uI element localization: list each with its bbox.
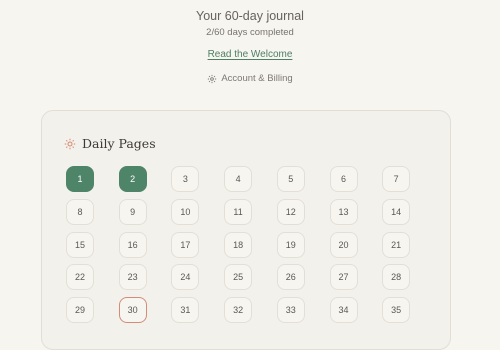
day-button-13[interactable]: 13: [329, 198, 358, 225]
day-button-31[interactable]: 31: [171, 297, 200, 324]
day-button-32[interactable]: 32: [224, 297, 253, 324]
daily-pages-heading: Daily Pages: [64, 136, 156, 151]
day-button-6[interactable]: 6: [329, 166, 358, 192]
day-button-15[interactable]: 15: [66, 231, 94, 258]
day-button-4[interactable]: 4: [224, 166, 253, 192]
account-billing-label: Account & Billing: [221, 73, 293, 84]
day-button-8[interactable]: 8: [66, 198, 94, 225]
day-button-29[interactable]: 29: [66, 297, 94, 324]
day-button-35[interactable]: 35: [382, 297, 411, 324]
day-button-20[interactable]: 20: [329, 231, 358, 258]
read-welcome-link[interactable]: Read the Welcome: [208, 49, 293, 61]
daily-pages-card: Daily Pages 1 2 3 4 5 6 7 8 9 10 11 12 13 14 15 16 17 18 1…: [41, 110, 451, 350]
day-button-18[interactable]: 18: [224, 231, 253, 258]
journal-header: Your 60-day journal 2/60 days completed …: [0, 8, 500, 85]
day-button-26[interactable]: 26: [276, 264, 305, 291]
day-button-17[interactable]: 17: [171, 231, 200, 258]
day-button-3[interactable]: 3: [171, 166, 200, 192]
progress-text: 2/60 days completed: [206, 27, 294, 38]
day-button-16[interactable]: 16: [118, 231, 147, 258]
day-button-14[interactable]: 14: [382, 198, 411, 225]
day-button-30[interactable]: 30: [118, 297, 147, 324]
day-button-19[interactable]: 19: [276, 231, 305, 258]
daily-pages-title: Daily Pages: [82, 136, 156, 151]
day-button-33[interactable]: 33: [276, 297, 305, 324]
sun-icon: [64, 138, 76, 150]
journal-title: Your 60-day journal: [196, 9, 304, 23]
day-button-24[interactable]: 24: [171, 264, 200, 291]
day-button-22[interactable]: 22: [66, 264, 94, 291]
gear-icon: [207, 74, 217, 84]
day-button-10[interactable]: 10: [171, 198, 200, 225]
day-button-34[interactable]: 34: [329, 297, 358, 324]
day-button-1[interactable]: 1: [66, 166, 94, 192]
day-button-23[interactable]: 23: [118, 264, 147, 291]
day-button-2[interactable]: 2: [118, 166, 147, 192]
day-button-21[interactable]: 21: [382, 231, 411, 258]
day-button-11[interactable]: 11: [224, 198, 253, 225]
day-button-28[interactable]: 28: [382, 264, 411, 291]
day-button-9[interactable]: 9: [118, 198, 147, 225]
day-button-27[interactable]: 27: [329, 264, 358, 291]
day-button-7[interactable]: 7: [382, 166, 411, 192]
day-button-5[interactable]: 5: [276, 166, 305, 192]
account-billing-link[interactable]: Account & Billing: [0, 73, 500, 85]
day-button-25[interactable]: 25: [224, 264, 253, 291]
day-button-12[interactable]: 12: [276, 198, 305, 225]
